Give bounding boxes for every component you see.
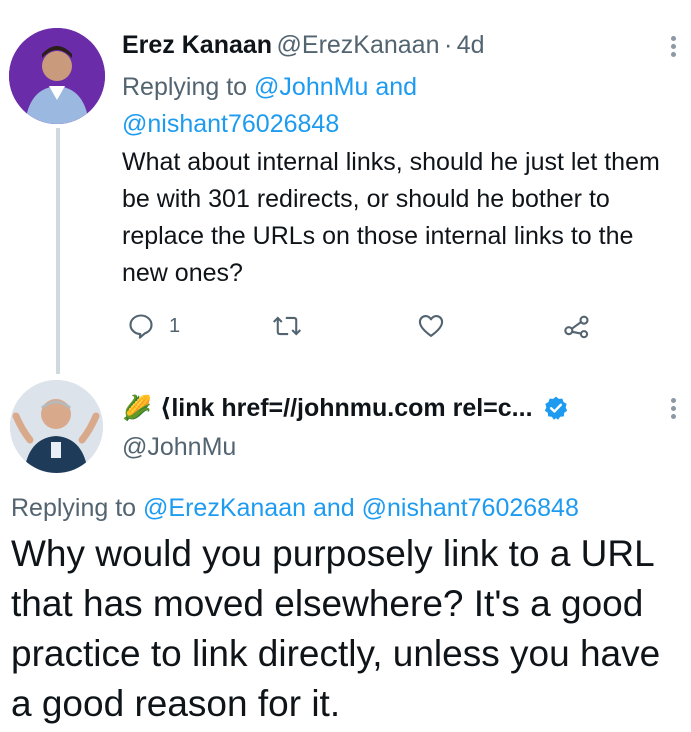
corn-emoji: 🌽 <box>122 394 152 422</box>
tweet2-reply-link-1[interactable]: @ErezKanaan <box>143 494 306 522</box>
tweet1-reply-link-1[interactable]: @JohnMu <box>254 73 368 101</box>
tweet2-handle[interactable]: @JohnMu <box>122 433 236 462</box>
verified-badge-icon <box>544 396 567 420</box>
tweet1-reply-and: and <box>375 73 418 101</box>
tweet2-text: Why would you purposely link to a URL th… <box>11 533 661 724</box>
avatar-erez-image <box>9 28 105 124</box>
avatar-erez[interactable] <box>9 28 105 124</box>
reply-button[interactable]: 1 <box>127 312 180 340</box>
like-button[interactable] <box>417 312 445 340</box>
tweet2-more-icon[interactable] <box>671 398 677 422</box>
tweet2-replying-to: Replying to @ErezKanaan and @nishant7602… <box>11 494 579 523</box>
reply-count: 1 <box>169 314 181 337</box>
retweet-button[interactable] <box>272 312 302 340</box>
tweet2-author-name[interactable]: ⟨link href=//johnmu.com rel=c... <box>160 393 533 423</box>
tweet2-reply-link-2[interactable]: @nishant76026848 <box>362 494 579 522</box>
tweet1-time[interactable]: 4d <box>457 31 485 59</box>
share-button[interactable] <box>563 312 591 340</box>
like-icon <box>418 315 444 337</box>
share-icon <box>564 315 589 339</box>
tweet1-header: Erez Kanaan @ErezKanaan · 4d <box>122 31 485 60</box>
avatar-johnmu-image <box>10 380 103 473</box>
tweet1-separator: · <box>443 31 453 59</box>
tweet1-more-icon[interactable] <box>671 36 677 60</box>
retweet-icon <box>272 316 302 336</box>
tweet1-reply-link-2[interactable]: @nishant76026848 <box>122 110 339 138</box>
tweet2-header: 🌽 ⟨link href=//johnmu.com rel=c... <box>122 393 569 423</box>
tweet2-reply-and: and <box>312 494 355 522</box>
tweet1-text: What about internal links, should he jus… <box>122 148 660 287</box>
reply-icon <box>129 314 153 339</box>
tweet2-replying-prefix: Replying to <box>11 494 137 522</box>
thread-line <box>56 128 60 374</box>
tweet1-author-name[interactable]: Erez Kanaan <box>122 31 272 59</box>
tweet1-replying-to: Replying to @JohnMu and @nishant76026848 <box>122 69 542 143</box>
tweet1-handle[interactable]: @ErezKanaan <box>277 31 440 59</box>
avatar-johnmu[interactable] <box>10 380 103 473</box>
tweet1-replying-prefix: Replying to <box>122 73 248 101</box>
